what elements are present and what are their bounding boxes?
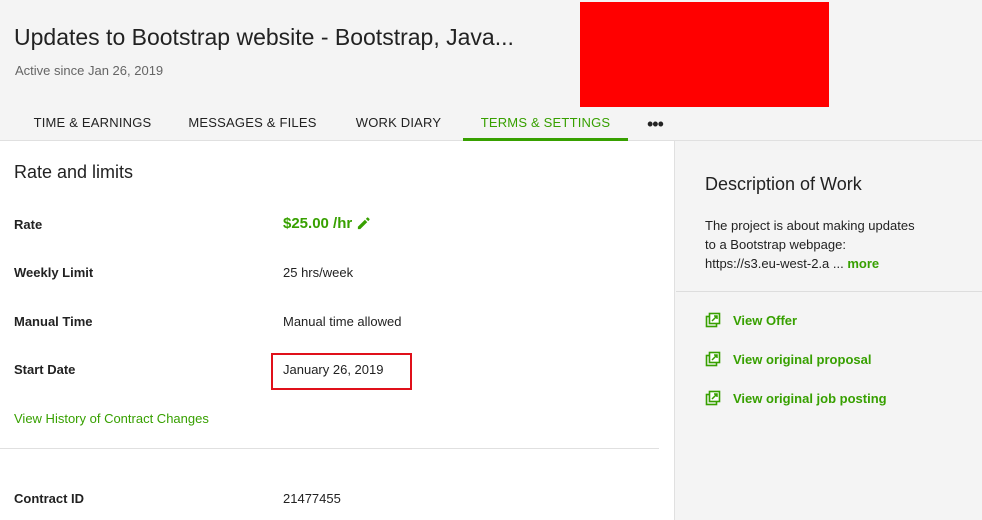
rate-value-row: $25.00 /hr [283, 215, 371, 234]
view-job-posting-label: View original job posting [733, 391, 887, 406]
more-link[interactable]: more [847, 256, 879, 271]
section-divider [0, 448, 659, 449]
weekly-limit-label: Weekly Limit [14, 265, 94, 280]
tab-time-earnings[interactable]: TIME & EARNINGS [14, 104, 171, 141]
description-text: The project is about making updates to a… [705, 216, 970, 273]
external-link-icon [705, 351, 721, 367]
description-sidebar: Description of Work The project is about… [676, 141, 982, 520]
external-link-icon [705, 390, 721, 406]
rate-label: Rate [14, 217, 43, 232]
sidebar-divider [676, 291, 982, 292]
view-job-posting-link[interactable]: View original job posting [705, 390, 887, 406]
contract-id-label: Contract ID [14, 491, 85, 506]
tab-messages-files[interactable]: MESSAGES & FILES [171, 104, 334, 141]
rate-and-limits-panel: Rate and limits Rate $25.00 /hr Weekly L… [0, 141, 675, 520]
more-tabs-icon[interactable]: ••• [647, 114, 664, 135]
description-title: Description of Work [705, 174, 862, 194]
external-link-icon [705, 312, 721, 328]
view-offer-link[interactable]: View Offer [705, 312, 797, 328]
tab-terms-settings[interactable]: TERMS & SETTINGS [463, 104, 628, 141]
weekly-limit-value: 25 hrs/week [283, 265, 354, 280]
start-date-highlight-box [271, 353, 412, 390]
edit-pencil-icon[interactable] [356, 216, 371, 234]
rate-value: $25.00 /hr [283, 215, 353, 232]
contract-tabs: TIME & EARNINGS MESSAGES & FILES WORK DI… [0, 104, 700, 141]
contract-id-value: 21477455 [283, 491, 341, 506]
contract-header: Updates to Bootstrap website - Bootstrap… [0, 0, 982, 141]
redacted-area [580, 2, 829, 107]
view-offer-label: View Offer [733, 313, 798, 328]
description-line: https://s3.eu-west-2.a ... [705, 256, 844, 271]
description-line-with-more: https://s3.eu-west-2.a ... more [705, 254, 970, 273]
active-since-text: Active since Jan 26, 2019 [15, 63, 164, 78]
view-proposal-link[interactable]: View original proposal [705, 351, 871, 367]
view-history-link[interactable]: View History of Contract Changes [14, 411, 209, 426]
page-title: Updates to Bootstrap website - Bootstrap… [14, 24, 514, 50]
start-date-label: Start Date [14, 362, 76, 377]
description-line: to a Bootstrap webpage: [705, 237, 846, 252]
view-proposal-label: View original proposal [733, 352, 872, 367]
section-title: Rate and limits [14, 162, 134, 182]
manual-time-value: Manual time allowed [283, 314, 402, 329]
description-line: The project is about making updates [705, 218, 915, 233]
tab-work-diary[interactable]: WORK DIARY [334, 104, 463, 141]
manual-time-label: Manual Time [14, 314, 93, 329]
